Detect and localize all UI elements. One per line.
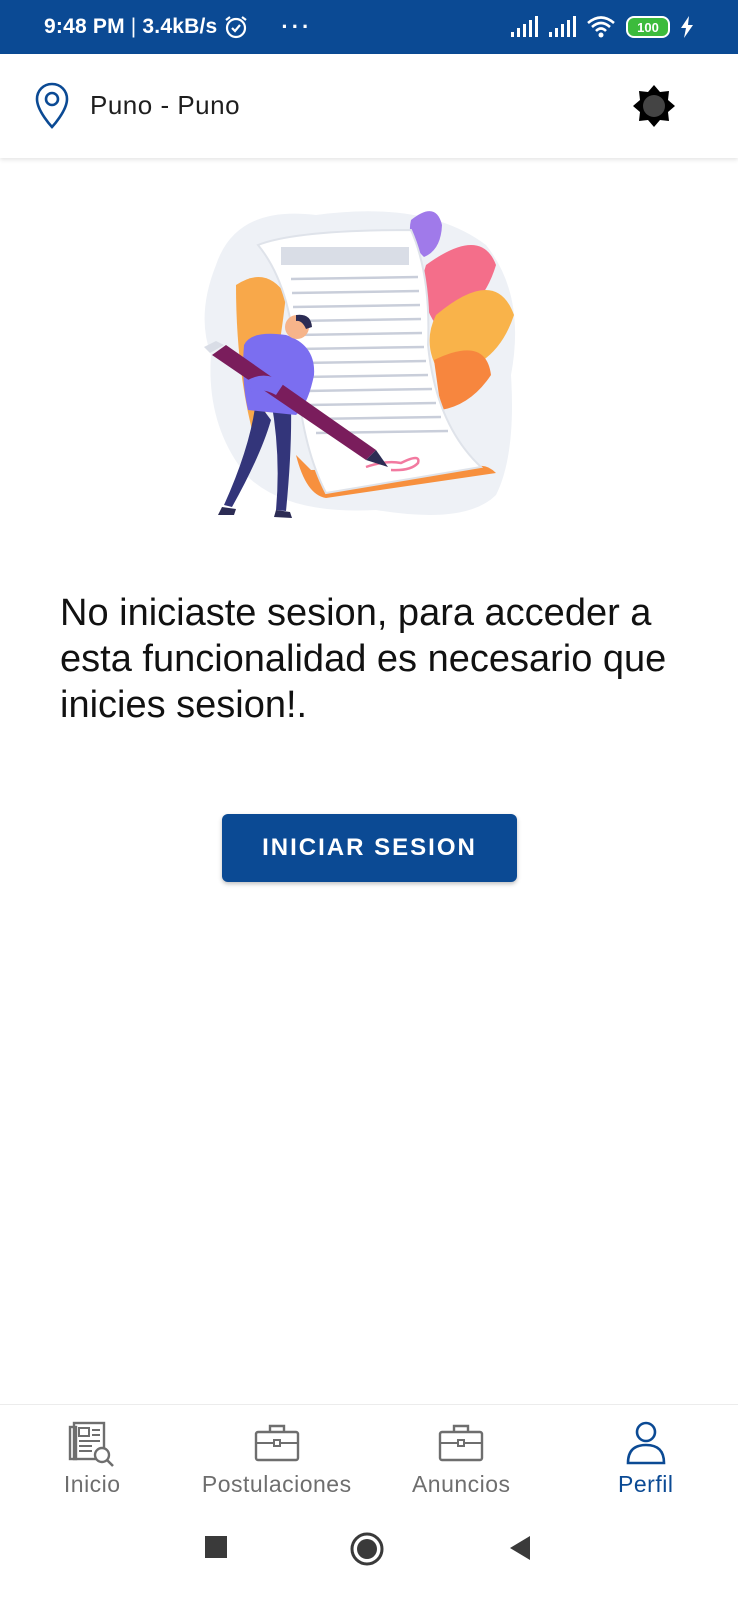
nav-label-postulaciones: Postulaciones <box>201 1471 352 1497</box>
location-label[interactable]: Puno - Puno <box>90 90 240 121</box>
wifi-icon <box>587 16 615 38</box>
status-left: 9:48 PM | 3.4kB/s ··· <box>44 14 312 40</box>
paper-header-bar <box>281 247 409 265</box>
status-network-speed: 3.4kB/s <box>142 15 218 38</box>
battery-icon: 100 <box>626 16 670 38</box>
login-required-message: No iniciaste sesion, para acceder a esta… <box>60 592 667 726</box>
status-right: 100 <box>510 15 694 39</box>
nav-item-perfil[interactable]: Perfil <box>554 1405 738 1512</box>
nav-label-perfil: Perfil <box>618 1471 674 1497</box>
briefcase-icon <box>439 1424 484 1462</box>
nav-item-anuncios[interactable]: Anuncios <box>369 1405 554 1512</box>
app-header: Puno - Puno <box>0 54 738 158</box>
back-icon[interactable] <box>508 1536 532 1560</box>
status-bar: 9:48 PM | 3.4kB/s ··· 100 <box>0 0 738 54</box>
charging-icon <box>681 16 693 38</box>
signal-icon <box>511 16 538 37</box>
bottom-navigation: Inicio Postulaciones Anuncios Perfil <box>0 1404 738 1512</box>
home-icon[interactable] <box>350 1532 384 1566</box>
nav-item-postulaciones[interactable]: Postulaciones <box>185 1405 370 1512</box>
newspaper-search-icon <box>69 1421 115 1467</box>
nav-label-inicio: Inicio <box>63 1471 121 1497</box>
writing-document-illustration <box>204 211 516 518</box>
nav-item-inicio[interactable]: Inicio <box>0 1405 185 1512</box>
recents-icon[interactable] <box>205 1536 227 1558</box>
status-separator: | <box>130 15 137 38</box>
location-pin-icon[interactable] <box>34 82 70 130</box>
brightness-icon[interactable] <box>632 84 676 128</box>
signal-icon-2 <box>549 16 576 37</box>
nav-label-anuncios: Anuncios <box>411 1471 511 1497</box>
briefcase-icon <box>254 1424 299 1462</box>
status-time: 9:48 PM <box>44 15 125 38</box>
login-button[interactable]: INICIAR SESION <box>222 814 517 882</box>
system-navigation-bar <box>0 1512 738 1600</box>
more-notifications-icon: ··· <box>281 14 313 39</box>
user-icon <box>626 1421 666 1465</box>
alarm-icon <box>225 16 248 39</box>
